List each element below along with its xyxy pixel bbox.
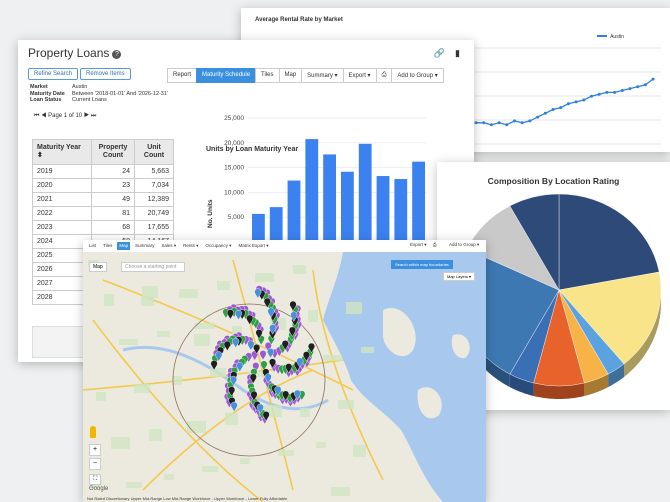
- rental-point: [613, 90, 617, 94]
- bar: [341, 171, 354, 242]
- park: [126, 482, 142, 488]
- zoom-in-button[interactable]: +: [89, 444, 102, 456]
- park: [202, 466, 218, 472]
- rental-point: [520, 121, 524, 125]
- park: [96, 392, 106, 401]
- starting-point-input[interactable]: Choose a starting point: [121, 262, 185, 272]
- park: [308, 310, 318, 322]
- rental-point: [605, 90, 609, 94]
- map-window: List Tiles Map Summary Sales ▾ Rents ▾ O…: [83, 240, 486, 502]
- rental-point: [566, 102, 570, 106]
- bar: [269, 207, 283, 242]
- map-type-select[interactable]: Map: [89, 262, 107, 272]
- park: [157, 331, 170, 337]
- y-axis-label: No. Units: [207, 199, 214, 228]
- park: [331, 487, 350, 496]
- bar: [323, 154, 336, 242]
- park: [300, 408, 310, 417]
- rental-point: [482, 121, 486, 125]
- rental-point: [543, 111, 547, 115]
- rental-point: [628, 87, 632, 91]
- park: [361, 347, 374, 353]
- rental-point: [643, 83, 647, 87]
- park: [194, 334, 210, 346]
- park: [240, 458, 250, 464]
- rental-point: [528, 119, 532, 123]
- fullscreen-icon[interactable]: ⛶: [89, 474, 102, 485]
- park: [187, 421, 206, 433]
- park: [142, 286, 158, 298]
- bar: [287, 180, 301, 242]
- bar: [252, 213, 265, 242]
- zoom-out-button[interactable]: −: [89, 458, 102, 470]
- rental-point: [574, 100, 578, 104]
- rental-point: [489, 123, 493, 127]
- park: [353, 445, 366, 457]
- map-canvas[interactable]: [83, 240, 486, 502]
- map-layers-button[interactable]: Map Layers ▾: [443, 272, 476, 281]
- park: [210, 368, 226, 377]
- y-tick-label: 15,000: [224, 165, 244, 172]
- park: [255, 273, 274, 282]
- rental-point: [551, 108, 555, 111]
- bar: [305, 139, 319, 242]
- rental-point: [651, 77, 655, 81]
- park: [217, 281, 230, 290]
- park: [278, 450, 294, 456]
- rental-series-line: [476, 78, 654, 126]
- rental-point: [636, 85, 640, 89]
- rental-point: [559, 106, 563, 110]
- park: [111, 437, 130, 449]
- bar: [412, 161, 425, 242]
- rental-point: [620, 89, 624, 92]
- rental-point: [590, 94, 593, 98]
- park: [225, 413, 238, 425]
- y-tick-label: 25,000: [224, 115, 244, 122]
- park: [316, 442, 326, 448]
- y-tick-label: 20,000: [224, 140, 244, 147]
- rental-point: [536, 115, 540, 119]
- y-tick-label: 10,000: [224, 189, 244, 196]
- rental-point: [582, 98, 586, 102]
- y-tick-label: 5,000: [228, 214, 245, 221]
- park: [293, 265, 306, 274]
- rental-point: [474, 121, 478, 125]
- search-map-boundaries-button[interactable]: Search within map boundaries: [391, 260, 453, 269]
- pin-legend: Not Rated Discretionary Upper Mid-Range …: [87, 496, 288, 501]
- park: [141, 297, 154, 306]
- rental-point: [497, 121, 501, 125]
- rental-point: [597, 92, 601, 96]
- park: [119, 339, 138, 345]
- bar: [376, 176, 390, 242]
- park: [134, 384, 150, 393]
- park: [172, 376, 182, 385]
- park: [323, 355, 342, 361]
- pegman-icon[interactable]: [90, 426, 96, 438]
- google-logo: Google: [89, 486, 109, 492]
- bar-chart-title: Units by Loan Maturity Year: [206, 146, 298, 153]
- park: [104, 294, 114, 306]
- park: [179, 289, 198, 298]
- rental-point: [513, 119, 516, 123]
- park: [346, 302, 362, 314]
- bar: [358, 143, 372, 242]
- park: [338, 400, 354, 409]
- rental-point: [505, 123, 509, 127]
- bar: [394, 179, 408, 242]
- park: [149, 429, 162, 441]
- park: [164, 474, 174, 480]
